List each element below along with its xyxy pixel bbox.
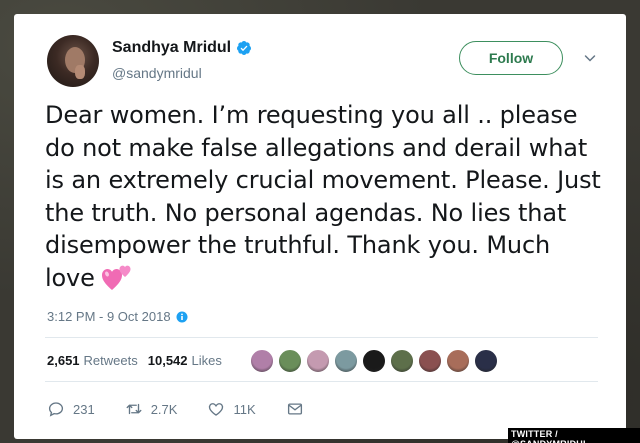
liker-avatars — [250, 349, 498, 373]
retweet-count: 2.7K — [150, 401, 178, 417]
chevron-down-icon[interactable] — [584, 52, 596, 64]
like-button[interactable]: 11K — [207, 400, 256, 418]
verified-badge-icon — [237, 41, 252, 55]
liker-avatar-icon[interactable] — [250, 349, 274, 373]
display-name[interactable]: Sandhya Mridul — [112, 39, 231, 57]
liker-avatar-icon[interactable] — [474, 349, 498, 373]
liker-avatar-icon[interactable] — [418, 349, 442, 373]
likes-label: Likes — [191, 353, 222, 368]
retweets-count: 2,651 — [47, 353, 80, 368]
liker-avatar-icon[interactable] — [334, 349, 358, 373]
envelope-icon — [287, 403, 302, 415]
author-name-row: Sandhya Mridul — [112, 39, 252, 57]
tweet-card: Sandhya Mridul @sandymridul Follow Dear … — [14, 14, 626, 439]
liker-avatar-icon[interactable] — [390, 349, 414, 373]
liker-avatar-icon[interactable] — [446, 349, 470, 373]
timestamp-text: 3:12 PM - 9 Oct 2018 — [47, 309, 171, 324]
reply-count: 231 — [73, 401, 95, 417]
two-hearts-icon — [102, 265, 131, 290]
tweet-text: Dear women. I’m requesting you all .. pl… — [45, 99, 605, 294]
likes-count: 10,542 — [147, 353, 188, 368]
image-credit: TWITTER / @SANDYMRIDUL — [508, 428, 640, 443]
divider-top — [45, 337, 598, 338]
retweets-label: Retweets — [83, 353, 138, 368]
tweet-actions: 231 2.7K 11K — [47, 400, 334, 418]
liker-avatar-icon[interactable] — [362, 349, 386, 373]
reply-icon — [48, 402, 64, 417]
like-count: 11K — [233, 401, 256, 417]
liker-avatar-icon[interactable] — [306, 349, 330, 373]
tweet-timestamp[interactable]: 3:12 PM - 9 Oct 2018 — [47, 309, 188, 324]
retweets-stat[interactable]: 2,651 Retweets — [47, 353, 138, 368]
likes-stat[interactable]: 10,542 Likes — [148, 353, 222, 368]
profile-avatar[interactable] — [47, 35, 99, 87]
info-icon — [176, 311, 188, 322]
follow-button[interactable]: Follow — [459, 41, 563, 75]
engagement-stats: 2,651 Retweets 10,542 Likes — [47, 353, 232, 368]
reply-button[interactable]: 231 — [47, 400, 95, 418]
divider-bottom — [45, 381, 598, 382]
user-handle[interactable]: @sandymridul — [112, 65, 202, 81]
heart-icon — [209, 403, 224, 416]
message-button[interactable] — [286, 400, 304, 418]
retweet-button[interactable]: 2.7K — [125, 400, 178, 418]
liker-avatar-icon[interactable] — [278, 349, 302, 373]
retweet-icon — [126, 403, 142, 415]
